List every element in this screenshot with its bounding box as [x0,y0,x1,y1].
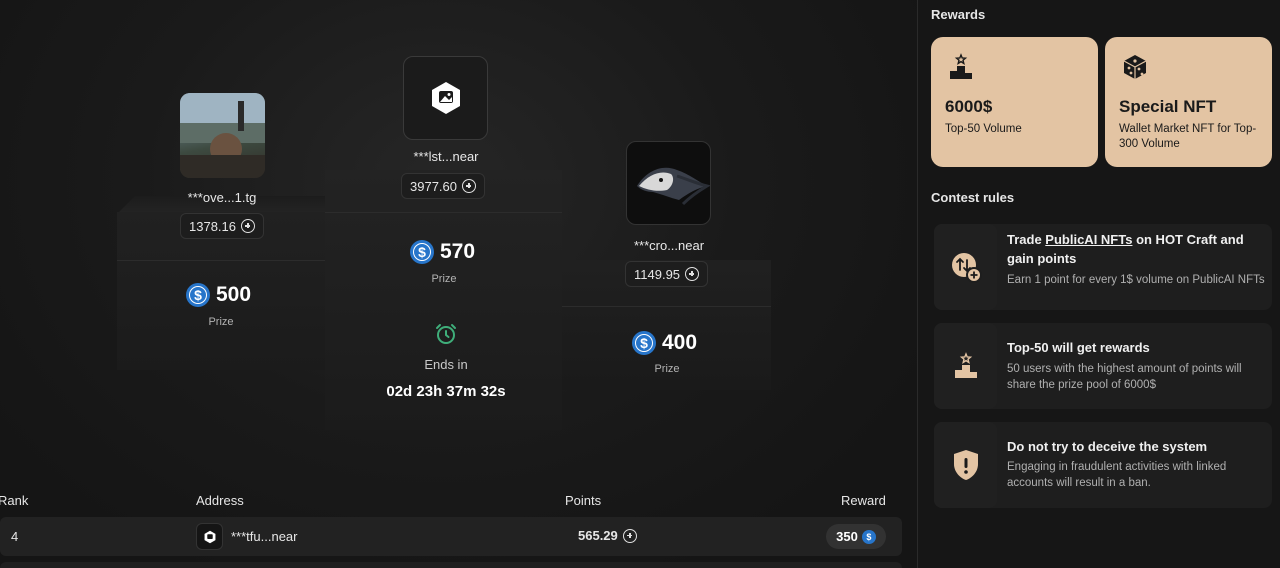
points-first: 3977.60 [401,173,485,199]
row-reward-badge: 350 $ [826,524,886,549]
header-points: Points [565,493,602,508]
header-reward: Reward [841,493,886,508]
points-third: 1149.95 [625,261,709,287]
prize-label: Prize [208,316,234,328]
coin-swap-icon [951,253,982,283]
dice-icon [1123,55,1147,79]
prize-third: $ 400 [632,331,697,355]
usdc-icon: $ [861,529,876,544]
table-row[interactable] [0,562,902,568]
usdc-icon: $ [186,283,210,307]
reward-card-volume: 6000$ Top-50 Volume [931,37,1098,167]
prize-second: $ 500 [186,283,251,307]
name-first: ***lst...near [413,149,479,164]
ends-in-label: Ends in [424,357,468,372]
podium-divider [325,212,562,213]
plus-circle-icon [685,267,700,281]
row-avatar [196,523,223,550]
usdc-icon: $ [632,331,656,355]
prize-first: $ 570 [410,240,475,264]
table-row[interactable] [0,517,902,556]
rule-icon-box [934,422,997,508]
points-second: 1378.16 [180,213,264,239]
plus-circle-icon [241,219,255,233]
points-first-value: 3977.60 [410,178,457,194]
header-address: Address [196,493,244,508]
rule-title: Do not try to deceive the system [1007,439,1208,454]
image-logo-icon [204,530,215,543]
shield-alert-icon [953,450,978,480]
rule-icon-box [934,224,997,310]
countdown-timer: 02d 23h 37m 32s [386,383,506,400]
points-third-value: 1149.95 [634,266,681,282]
plus-circle-icon [622,528,637,543]
prize-label: Prize [431,273,457,285]
rule-title-text: Trade [1007,232,1046,247]
alarm-clock-icon [436,324,456,344]
rule-card-deceive: Do not try to deceive the system Engagin… [934,422,1272,508]
publicai-nfts-link[interactable]: PublicAI NFTs [1045,232,1132,247]
row-rank: 4 [11,529,19,544]
row-points: 565.29 [578,528,637,543]
prize-third-value: 400 [662,331,698,354]
rule-icon-box [934,323,997,409]
avatar-first[interactable] [403,56,488,140]
podium-star-icon [950,53,972,79]
podium-divider [562,306,771,307]
podium-star-icon [954,352,977,378]
reward-card-nft: Special NFT Wallet Market NFT for Top-30… [1105,37,1272,167]
header-rank: Rank [0,493,29,508]
leaderboard-panel: ***ove...1.tg 1378.16 $ 500 Prize ***lst… [0,0,917,568]
prize-first-value: 570 [440,240,476,263]
rule-desc: 50 users with the highest amount of poin… [1007,363,1242,391]
reward-desc: Wallet Market NFT for Top-300 Volume [1119,123,1257,150]
contest-rules-title: Contest rules [931,190,1015,205]
avatar-second[interactable] [180,93,265,178]
podium-divider [117,260,325,261]
name-second: ***ove...1.tg [187,190,257,205]
reward-value: 6000$ [945,97,993,116]
reward-desc: Top-50 Volume [945,123,1022,135]
row-points-value: 565.29 [578,528,618,543]
prize-label: Prize [654,363,680,375]
prize-second-value: 500 [216,283,252,306]
plus-circle-icon [462,179,476,193]
avatar-third[interactable] [626,141,711,225]
rule-title: Top-50 will get rewards [1007,340,1150,355]
row-address: ***tfu...near [231,529,298,544]
rule-title: Trade PublicAI NFTs on HOT Craft and gai… [1007,230,1267,268]
usdc-icon: $ [410,240,434,264]
rewards-title: Rewards [931,7,986,22]
rule-desc: Engaging in fraudulent activities with l… [1007,461,1227,489]
rule-desc: Earn 1 point for every 1$ volume on Publ… [1007,274,1265,286]
rule-card-trade: Trade PublicAI NFTs on HOT Craft and gai… [934,224,1272,310]
image-logo-icon [431,82,460,114]
row-reward-value: 350 [836,529,858,544]
rule-card-top50: Top-50 will get rewards 50 users with th… [934,323,1272,409]
name-third: ***cro...near [633,238,705,253]
reward-value: Special NFT [1119,97,1217,116]
points-second-value: 1378.16 [189,218,236,234]
